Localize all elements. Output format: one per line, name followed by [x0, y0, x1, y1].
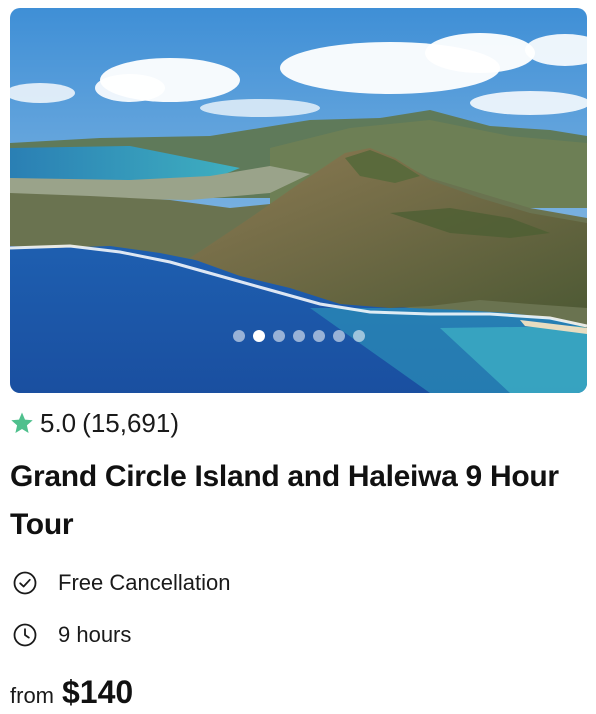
carousel-dots: [10, 330, 587, 342]
rating: 5.0 (15,691): [10, 408, 179, 438]
tour-card[interactable]: 5.0 (15,691) Grand Circle Island and Hal…: [0, 0, 596, 714]
price: from $140: [10, 674, 133, 710]
rating-score: 5.0: [40, 407, 77, 438]
carousel-dot[interactable]: [232, 330, 245, 342]
carousel-dot[interactable]: [292, 330, 305, 342]
feature-label: 9 hours: [58, 622, 132, 647]
feature-label: Free Cancellation: [58, 570, 231, 595]
carousel-dot[interactable]: [312, 330, 325, 342]
carousel-dot[interactable]: [272, 330, 285, 342]
price-amount: $140: [62, 674, 134, 710]
carousel-dot-active[interactable]: [252, 330, 265, 342]
review-count[interactable]: (15,691): [82, 408, 179, 439]
tour-title[interactable]: Grand Circle Island and Haleiwa 9 Hour T…: [10, 453, 570, 549]
carousel-dot[interactable]: [332, 330, 345, 342]
feature-free-cancellation: Free Cancellation: [12, 569, 230, 597]
check-circle-icon: [13, 571, 37, 595]
clock-icon: [13, 623, 37, 647]
feature-duration: 9 hours: [12, 621, 131, 649]
tour-photo-carousel[interactable]: [10, 8, 587, 393]
star-icon: [11, 412, 33, 433]
carousel-dot[interactable]: [352, 330, 365, 342]
price-prefix: from: [10, 683, 54, 708]
